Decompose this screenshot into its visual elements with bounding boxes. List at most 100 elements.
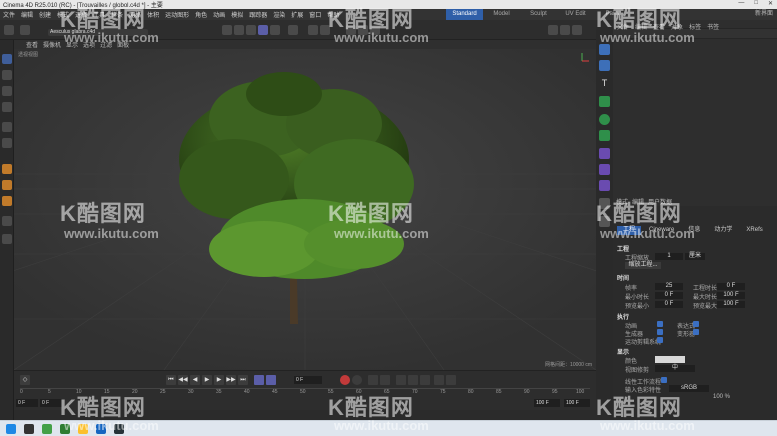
uv-mode-icon[interactable] xyxy=(270,25,280,35)
preview-end-field[interactable]: 100 F xyxy=(534,399,560,407)
deformer-checkbox[interactable] xyxy=(693,329,699,335)
loop-icon[interactable] xyxy=(254,375,264,385)
project-scale-input[interactable]: 1 xyxy=(655,253,683,260)
key-rotation-icon[interactable] xyxy=(408,375,418,385)
animation-checkbox[interactable] xyxy=(657,321,663,327)
preview-min-input[interactable]: 0 F xyxy=(655,301,683,308)
menu-simulate[interactable]: 模拟 xyxy=(228,10,246,19)
menu-volume[interactable]: 体积 xyxy=(144,10,162,19)
model-mode-icon[interactable] xyxy=(222,25,232,35)
rotate-icon[interactable] xyxy=(2,86,12,96)
light-icon[interactable] xyxy=(599,180,610,191)
render-picture-viewer-icon[interactable] xyxy=(358,25,368,35)
viewport-menu-view[interactable]: 查看 xyxy=(26,40,38,49)
play-icon[interactable]: ▶ xyxy=(202,375,212,385)
render-view-icon[interactable] xyxy=(346,25,356,35)
viewport-settings-icon[interactable] xyxy=(572,25,582,35)
layout-tab-standard[interactable]: Standard xyxy=(446,9,483,20)
preview-max-input[interactable]: 100 F xyxy=(717,301,745,308)
subtab-xrefs[interactable]: XRefs xyxy=(740,226,768,235)
search-icon[interactable] xyxy=(24,424,34,434)
cloner-icon[interactable] xyxy=(599,114,610,125)
subtab-cineware[interactable]: Cineware xyxy=(643,226,680,235)
project-time-input[interactable]: 0 F xyxy=(717,283,745,290)
menu-animate[interactable]: 动画 xyxy=(210,10,228,19)
am-menu-userdata[interactable]: 用户数据 xyxy=(648,197,672,206)
workplane-icon[interactable] xyxy=(320,25,330,35)
preview-start-field[interactable]: 0 F xyxy=(40,399,62,407)
project-scale-unit-select[interactable]: 厘米 xyxy=(685,253,705,260)
scale-icon[interactable] xyxy=(2,102,12,112)
viewport-menu-display[interactable]: 显示 xyxy=(66,40,78,49)
view-clip-select[interactable]: 中 xyxy=(655,365,695,372)
viewport-menu-panel[interactable]: 面板 xyxy=(117,40,129,49)
om-menu-tag[interactable]: 标签 xyxy=(689,22,701,31)
om-menu-view[interactable]: 查看 xyxy=(653,22,665,31)
menu-character[interactable]: 角色 xyxy=(192,10,210,19)
app-icon-green[interactable] xyxy=(60,424,70,434)
floor-icon[interactable] xyxy=(599,198,610,209)
coordinate-icon[interactable] xyxy=(2,138,12,148)
key-selection-icon[interactable] xyxy=(368,375,378,385)
layer-icon[interactable] xyxy=(2,234,12,244)
field-icon[interactable] xyxy=(599,148,610,159)
edges-mode-icon[interactable] xyxy=(246,25,256,35)
viewport-maximize-icon[interactable] xyxy=(560,25,570,35)
move-icon[interactable] xyxy=(2,70,12,80)
fps-input[interactable]: 25 xyxy=(655,283,683,290)
om-menu-file[interactable]: 文件 xyxy=(617,22,629,31)
subdivision-icon[interactable] xyxy=(599,96,610,107)
perspective-viewport[interactable]: 透视视图 网格间距：10000 cm xyxy=(14,49,596,370)
menu-extensions[interactable]: 扩展 xyxy=(288,10,306,19)
close-button[interactable]: ✕ xyxy=(768,0,773,7)
scale-project-button[interactable]: 缩放工程... xyxy=(625,262,661,269)
windows-start-icon[interactable] xyxy=(6,424,16,434)
new-layout-button[interactable]: 新界面 xyxy=(755,9,773,20)
layout-tab-model[interactable]: Model xyxy=(483,9,520,20)
subtab-project[interactable]: 工程 xyxy=(617,226,642,235)
file-tab[interactable]: Aesculus glabra.c4d xyxy=(48,29,148,36)
sky-icon[interactable] xyxy=(599,216,610,227)
key-pla-icon[interactable] xyxy=(446,375,456,385)
snap-icon[interactable] xyxy=(308,25,318,35)
goto-start-icon[interactable]: ⏮ xyxy=(166,375,176,385)
deformer-icon[interactable] xyxy=(599,130,610,141)
subtab-dynamics[interactable]: 动力学 xyxy=(708,226,738,235)
text-tool-icon[interactable]: T xyxy=(599,78,610,89)
max-time-input[interactable]: 100 F xyxy=(717,292,745,299)
app-icon-wechat[interactable] xyxy=(42,424,52,434)
layout-tab-sculpt[interactable]: Sculpt xyxy=(520,9,557,20)
start-frame-field[interactable]: 0 F xyxy=(16,399,38,407)
am-menu-edit[interactable]: 编辑 xyxy=(632,197,644,206)
menu-create[interactable]: 创建 xyxy=(36,10,54,19)
brush-icon[interactable] xyxy=(2,196,12,206)
menu-mode[interactable]: 模式 xyxy=(54,10,72,19)
knife-icon[interactable] xyxy=(2,180,12,190)
end-frame-field[interactable]: 100 F xyxy=(564,399,590,407)
maximize-button[interactable]: □ xyxy=(754,0,758,7)
menu-edit[interactable]: 编辑 xyxy=(18,10,36,19)
menu-select[interactable]: 选择 xyxy=(72,10,90,19)
axis-mode-icon[interactable] xyxy=(288,25,298,35)
layout-tab-paint[interactable]: Paint xyxy=(594,9,631,20)
viewport-menu-options[interactable]: 选项 xyxy=(83,40,95,49)
key-scale-icon[interactable] xyxy=(420,375,430,385)
record-icon[interactable] xyxy=(340,375,350,385)
redo-icon[interactable] xyxy=(20,25,30,35)
auto-key-icon[interactable] xyxy=(352,375,362,385)
key-position-icon[interactable] xyxy=(396,375,406,385)
magnet-icon[interactable] xyxy=(2,164,12,174)
prev-key-icon[interactable]: ◀◀ xyxy=(178,375,188,385)
om-menu-object[interactable]: 对象 xyxy=(671,22,683,31)
cinema4d-taskbar-icon[interactable] xyxy=(114,424,124,434)
menu-tools[interactable]: 工具 xyxy=(90,10,108,19)
expression-checkbox[interactable] xyxy=(693,321,699,327)
goto-end-icon[interactable]: ⏭ xyxy=(238,375,248,385)
layout-tab-uv-edit[interactable]: UV Edit xyxy=(557,9,594,20)
minimize-button[interactable]: — xyxy=(738,0,744,7)
om-menu-bookmark[interactable]: 书签 xyxy=(707,22,719,31)
key-param-icon[interactable] xyxy=(434,375,444,385)
menu-render[interactable]: 渲染 xyxy=(270,10,288,19)
generator-checkbox[interactable] xyxy=(657,329,663,335)
menu-mograph[interactable]: 运动图形 xyxy=(162,10,192,19)
